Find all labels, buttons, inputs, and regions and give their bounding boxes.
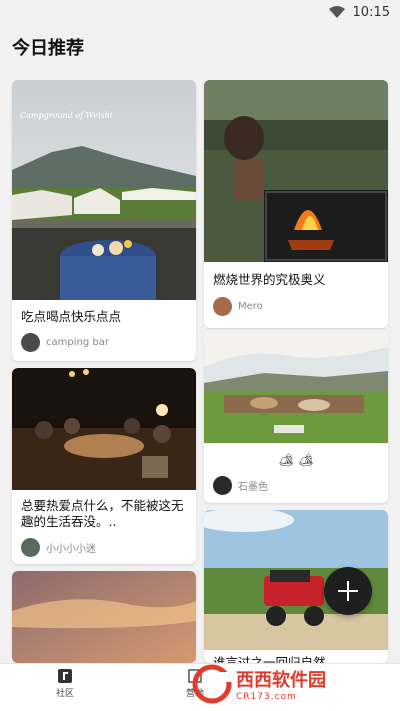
watermark-brand: 西西软件园 [236,670,326,691]
feed-card[interactable]: 燃烧世界的究极奥义 Mero [204,80,388,328]
card-title: 🏕 🏕 [278,452,314,467]
feed-card[interactable]: 🏕 🏕 石墨色 [204,333,388,503]
feed-card[interactable]: Campground of Weishi 吃点喝点快乐点点 camping ba… [12,80,196,361]
sunset-photo [12,571,196,663]
watermark-logo: 西西软件园 CR173.com [192,662,396,706]
card-author[interactable]: Mero [213,297,263,316]
feed-card[interactable] [12,571,196,663]
card-title: 燃烧世界的究极奥义 [213,272,326,287]
watermark-logo-icon [192,664,232,704]
night-party-photo [12,368,196,490]
wifi-icon [328,6,345,18]
avatar [21,333,40,352]
author-name: 石墨色 [238,482,268,493]
card-title: 吃点喝点快乐点点 [21,309,122,324]
author-name: Mero [238,301,263,312]
avatar [213,476,232,495]
card-title: 总要热爱点什么，不能被这无趣的生活吞没。.. [21,498,184,529]
card-author[interactable]: camping bar [21,333,109,352]
avatar [21,538,40,557]
author-name: 小小小小迷 [46,544,96,555]
tab-label: 社区 [56,689,75,699]
status-bar: 10:15 [0,0,400,24]
status-time: 10:15 [352,4,390,20]
author-name: camping bar [46,337,109,348]
plus-icon [338,581,358,601]
feed-card[interactable]: 总要热爱点什么，不能被这无趣的生活吞没。.. 小小小小迷 [12,368,196,564]
photo-caption: Campground of Weishi [20,111,113,120]
add-post-button[interactable] [324,567,372,615]
community-icon [58,669,72,683]
camping-photo: Campground of Weishi [12,80,196,300]
page-title: 今日推荐 [12,38,84,59]
card-author[interactable]: 石墨色 [213,476,268,495]
avatar [213,297,232,316]
watermark-url: CR173.com [236,692,297,702]
tab-community[interactable]: 社区 [56,668,74,699]
canopy-photo [204,333,388,443]
card-author[interactable]: 小小小小迷 [21,538,96,557]
campfire-photo [204,80,388,262]
